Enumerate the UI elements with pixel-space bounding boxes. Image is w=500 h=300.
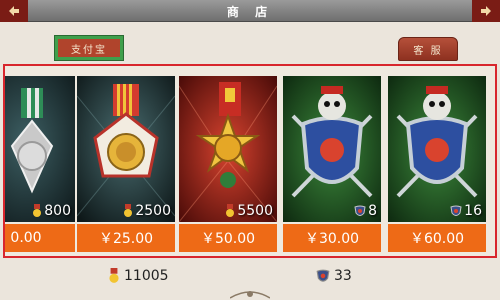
tab-alipay-label: 支付宝 xyxy=(71,44,107,56)
price-button[interactable]: ￥50.00 xyxy=(179,224,277,252)
shield-icon xyxy=(316,269,330,282)
product-amount: 8 xyxy=(283,202,377,220)
shield-icon xyxy=(450,205,462,216)
price-button[interactable]: ￥25.00 xyxy=(77,224,175,252)
shop-product-list[interactable]: 800 0.00 2500 ￥25.00 5500 ￥50.00 8 ￥30.0… xyxy=(3,64,497,258)
product-card[interactable]: 8 ￥30.00 xyxy=(283,76,381,252)
product-amount: 800 xyxy=(5,202,71,220)
skull-shield-art xyxy=(388,76,486,222)
title-bar: 商 店 xyxy=(0,0,500,22)
product-amount: 2500 xyxy=(77,202,171,220)
shield-icon xyxy=(354,205,366,216)
gold-balance: 11005 xyxy=(108,266,169,286)
product-amount: 16 xyxy=(388,202,482,220)
page-title: 商 店 xyxy=(226,5,274,19)
ribbon-medal-art xyxy=(5,76,75,222)
product-card[interactable]: 5500 ￥50.00 xyxy=(179,76,277,252)
product-card[interactable]: 16 ￥60.00 xyxy=(388,76,486,252)
skull-shield-art xyxy=(283,76,381,222)
product-card[interactable]: 2500 ￥25.00 xyxy=(77,76,175,252)
tab-customer-service-label: 客 服 xyxy=(413,45,443,57)
product-amount: 5500 xyxy=(179,202,273,220)
price-button[interactable]: ￥60.00 xyxy=(388,224,486,252)
gold-star-medal-art xyxy=(179,76,277,222)
gold-balance-value: 11005 xyxy=(124,268,169,284)
medal-icon xyxy=(226,204,235,217)
price-button[interactable]: 0.00 xyxy=(5,224,75,252)
close-ornament-icon[interactable] xyxy=(472,0,500,22)
medal-icon xyxy=(33,204,42,217)
price-button[interactable]: ￥30.00 xyxy=(283,224,381,252)
ornament-icon xyxy=(230,291,270,299)
product-card[interactable]: 800 0.00 xyxy=(5,76,75,252)
tab-alipay[interactable]: 支付宝 xyxy=(55,36,123,60)
tab-customer-service[interactable]: 客 服 xyxy=(398,37,458,61)
shield-balance-value: 33 xyxy=(334,268,352,284)
medal-icon xyxy=(124,204,133,217)
ribbon-medal-art xyxy=(77,76,175,222)
shield-balance: 33 xyxy=(316,266,352,286)
medal-icon xyxy=(109,268,119,283)
